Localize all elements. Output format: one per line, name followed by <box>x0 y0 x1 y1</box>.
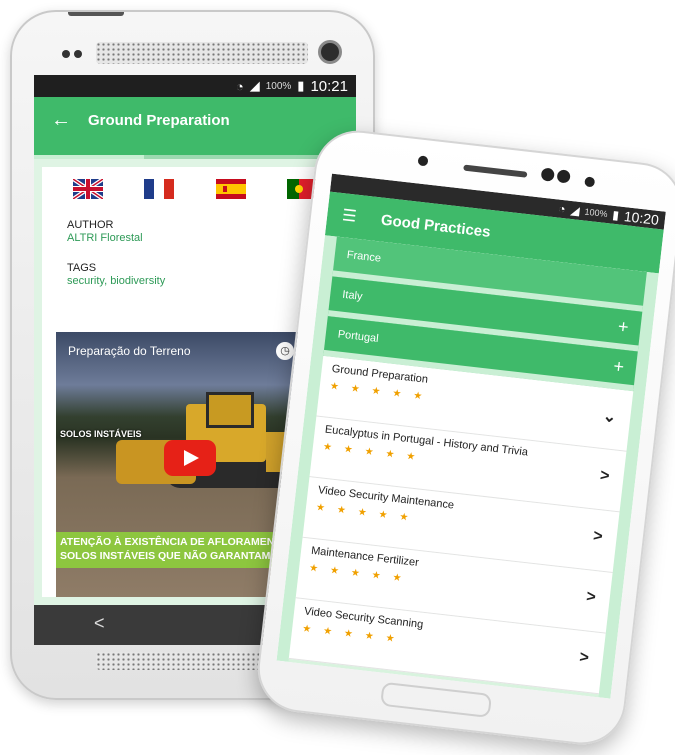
sensor-dot <box>540 167 555 182</box>
front-camera <box>584 176 596 188</box>
practices-list: France Italy + Portugal + Ground Prepara… <box>276 235 659 699</box>
spain-flag-icon[interactable] <box>215 179 246 199</box>
hamburger-icon[interactable]: ☰ <box>326 203 372 228</box>
uk-flag-icon[interactable] <box>72 179 103 199</box>
video-title: Preparação do Terreno <box>68 344 191 358</box>
signal-icon: ◢ <box>569 202 581 218</box>
phone2-screen: ◔ ◢ 100% ▮ 10:20 ☰ Good Practices France… <box>276 173 666 699</box>
battery-percent: 100% <box>265 80 292 92</box>
country-label: Portugal <box>337 328 380 345</box>
watch-later-icon[interactable]: ◷ <box>276 342 294 360</box>
battery-percent: 100% <box>584 206 609 220</box>
home-button[interactable] <box>380 681 493 718</box>
tags-value[interactable]: security, biodiversity <box>67 275 323 287</box>
sensor-dot <box>556 169 571 184</box>
app-bar: ← Ground Preparation <box>34 97 356 143</box>
signal-icon: ◢ <box>249 78 260 93</box>
arrow-left-icon[interactable]: ← <box>34 109 88 132</box>
country-label: Italy <box>341 288 364 303</box>
page-title: Good Practices <box>380 211 492 241</box>
phone-front: ◔ ◢ 100% ▮ 10:20 ☰ Good Practices France… <box>253 125 675 750</box>
earpiece-speaker <box>96 42 308 64</box>
sensor-dot <box>417 155 429 167</box>
battery-icon: ▮ <box>297 78 305 93</box>
battery-icon: ▮ <box>611 207 620 223</box>
france-flag-icon[interactable] <box>144 179 175 199</box>
earpiece-speaker <box>463 164 528 178</box>
author-value[interactable]: ALTRI Florestal <box>67 232 323 244</box>
front-camera <box>318 40 342 64</box>
play-button-icon[interactable] <box>164 440 216 476</box>
tab-strip <box>34 143 356 159</box>
sensor-dots <box>62 50 82 58</box>
page-title: Ground Preparation <box>88 111 230 129</box>
country-label: France <box>346 248 382 265</box>
plus-icon[interactable]: + <box>612 355 625 377</box>
status-bar: ◔ ◢ 100% ▮ 10:21 <box>34 75 356 97</box>
chevron-down-icon[interactable]: ⌄ <box>602 406 618 427</box>
wifi-icon: ◔ <box>557 201 567 217</box>
language-flags <box>42 167 348 207</box>
bulldozer-cab <box>206 392 254 428</box>
tags-label: TAGS <box>67 262 97 274</box>
status-time: 10:21 <box>310 77 348 95</box>
author-label: AUTHOR <box>67 219 114 231</box>
wifi-icon: ◔ <box>235 78 244 94</box>
power-button <box>68 12 124 16</box>
plus-icon[interactable]: + <box>617 316 630 338</box>
video-overlay-text: SOLOS INSTÁVEIS <box>60 429 142 439</box>
nav-back-icon[interactable]: < <box>94 613 105 634</box>
